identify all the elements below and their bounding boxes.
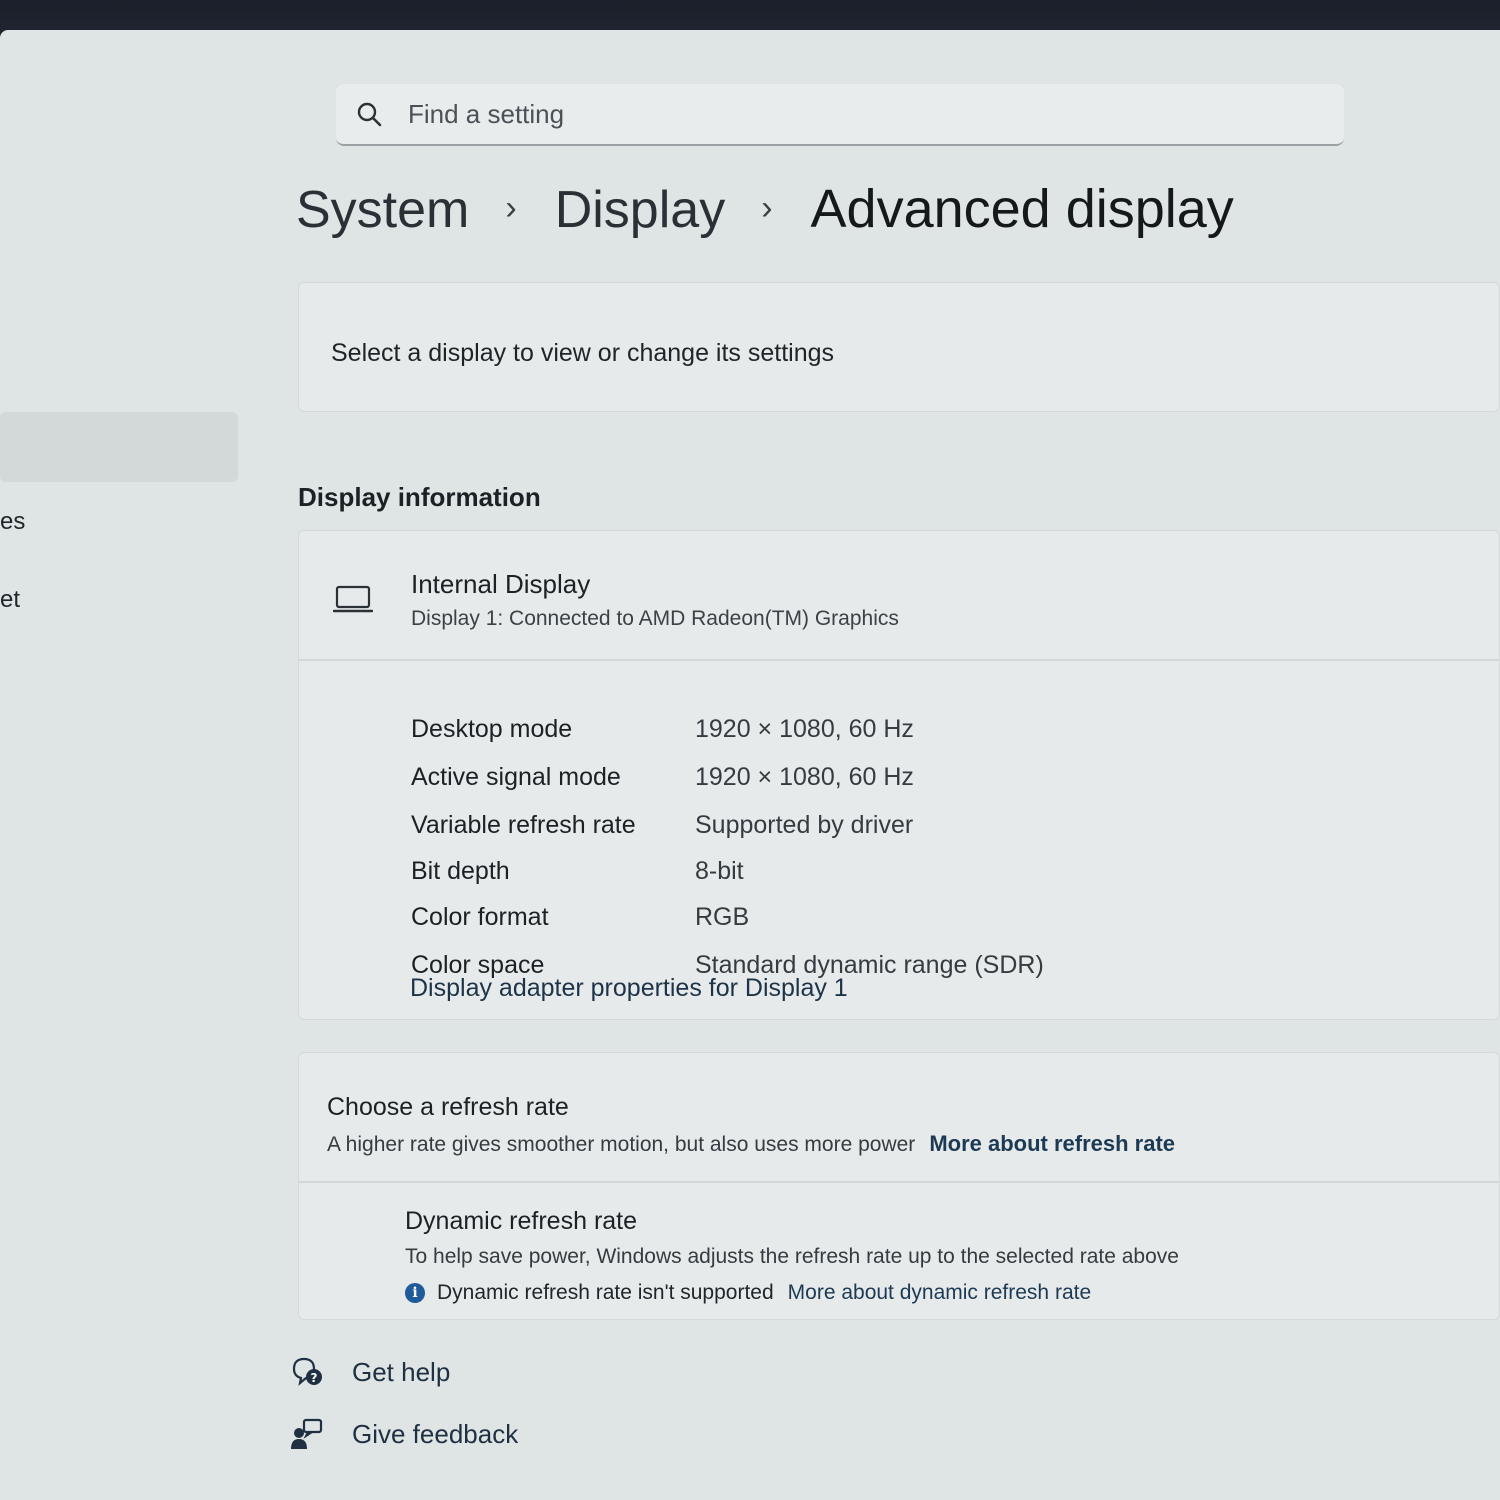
property-row: Bit depth 8-bit: [411, 857, 1411, 897]
chevron-right-icon: ›: [761, 189, 773, 227]
sidebar: es et: [0, 30, 240, 1500]
display-name: Internal Display: [411, 569, 591, 599]
get-help-label: Get help: [352, 1356, 451, 1387]
sidebar-item-partial-2[interactable]: et: [0, 586, 20, 614]
breadcrumb-display[interactable]: Display: [555, 180, 726, 240]
display-connection: Display 1: Connected to AMD Radeon(TM) G…: [411, 607, 899, 630]
sidebar-item-partial-1[interactable]: es: [0, 508, 25, 536]
give-feedback-link[interactable]: Give feedback: [290, 1414, 518, 1454]
chevron-right-icon: ›: [505, 189, 517, 227]
property-label-bit-depth: Bit depth: [411, 857, 510, 885]
more-about-refresh-rate-link[interactable]: More about refresh rate: [929, 1131, 1175, 1156]
info-icon: i: [405, 1283, 425, 1303]
page-title: Advanced display: [810, 179, 1234, 239]
display-information-header: Internal Display Display 1: Connected to…: [299, 531, 1499, 661]
feedback-icon: [291, 1418, 323, 1449]
search-icon: [357, 102, 382, 127]
property-row: Active signal mode 1920 × 1080, 60 Hz: [411, 763, 1411, 803]
select-display-label: Select a display to view or change its s…: [331, 339, 835, 367]
breadcrumb: System › Display › Advanced display: [296, 178, 1234, 258]
dynamic-refresh-rate-description: To help save power, Windows adjusts the …: [405, 1245, 1179, 1268]
give-feedback-label: Give feedback: [352, 1418, 519, 1449]
property-label-variable-refresh-rate: Variable refresh rate: [411, 811, 636, 839]
property-value-color-format: RGB: [695, 903, 750, 931]
breadcrumb-system[interactable]: System: [296, 180, 469, 240]
property-value-active-signal-mode: 1920 × 1080, 60 Hz: [695, 763, 914, 791]
help-icon: ?: [292, 1357, 322, 1386]
more-about-dynamic-refresh-rate-link[interactable]: More about dynamic refresh rate: [788, 1281, 1091, 1305]
property-label-desktop-mode: Desktop mode: [411, 715, 573, 743]
refresh-rate-card: Choose a refresh rate A higher rate give…: [298, 1052, 1500, 1320]
get-help-link[interactable]: ? Get help: [290, 1352, 450, 1392]
refresh-rate-title: Choose a refresh rate: [327, 1093, 569, 1121]
display-information-card: Internal Display Display 1: Connected to…: [298, 530, 1500, 1020]
refresh-rate-header: Choose a refresh rate A higher rate give…: [299, 1053, 1499, 1183]
settings-window: es et System › Display › Advanced displa…: [0, 30, 1500, 1500]
laptop-monitor-icon: [333, 585, 373, 613]
property-row: Color format RGB: [411, 903, 1411, 943]
svg-text:?: ?: [311, 1371, 318, 1385]
select-display-card[interactable]: Select a display to view or change its s…: [298, 282, 1500, 412]
search-box[interactable]: [336, 84, 1344, 146]
display-adapter-properties-link[interactable]: Display adapter properties for Display 1: [410, 974, 848, 1003]
section-title-display-information: Display information: [298, 482, 541, 512]
search-input[interactable]: [408, 94, 1308, 134]
property-value-bit-depth: 8-bit: [695, 857, 744, 885]
property-label-active-signal-mode: Active signal mode: [411, 763, 621, 791]
sidebar-selected-item[interactable]: [0, 412, 238, 482]
property-label-color-format: Color format: [411, 903, 549, 931]
refresh-rate-description-text: A higher rate gives smoother motion, but…: [327, 1133, 916, 1156]
refresh-rate-description: A higher rate gives smoother motion, but…: [327, 1131, 1175, 1157]
property-value-variable-refresh-rate: Supported by driver: [695, 811, 914, 839]
dynamic-refresh-rate-title: Dynamic refresh rate: [405, 1207, 638, 1235]
dynamic-refresh-rate-note: i Dynamic refresh rate isn't supported M…: [405, 1281, 1091, 1305]
property-row: Variable refresh rate Supported by drive…: [411, 811, 1411, 851]
property-value-desktop-mode: 1920 × 1080, 60 Hz: [695, 715, 914, 743]
dynamic-refresh-rate-unsupported: Dynamic refresh rate isn't supported: [437, 1281, 774, 1304]
property-row: Desktop mode 1920 × 1080, 60 Hz: [411, 715, 1411, 755]
